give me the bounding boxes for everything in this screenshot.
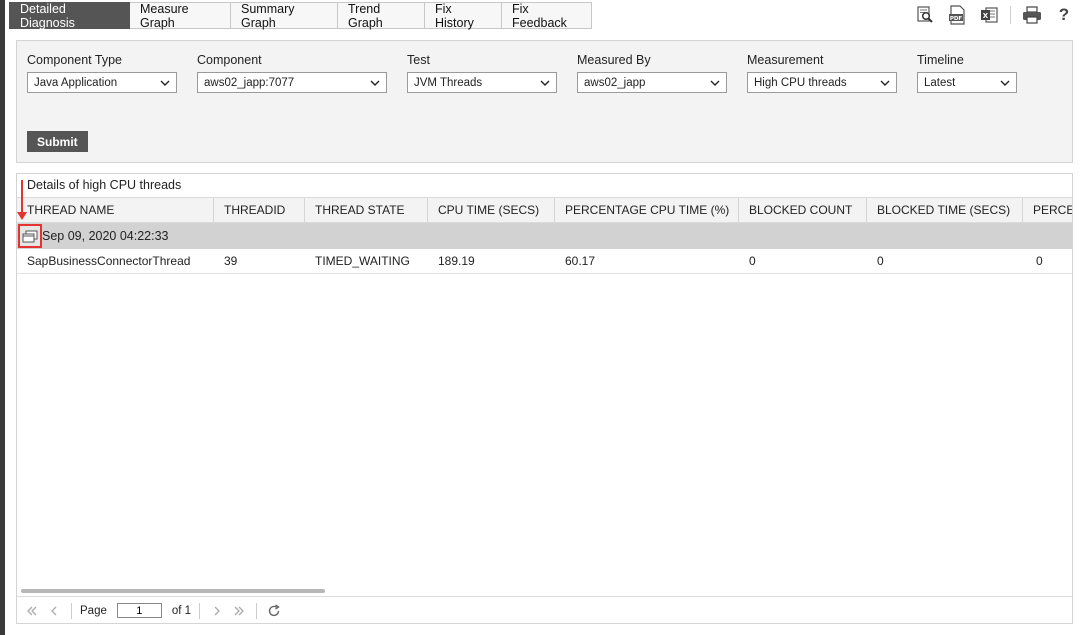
cell-blocked-count: 0 (749, 254, 756, 268)
component-type-select[interactable]: Java Application (27, 72, 177, 93)
measured-by-label: Measured By (577, 53, 651, 67)
excel-icon[interactable]: X (978, 4, 1000, 26)
column-header-blocked-count[interactable]: BLOCKED COUNT (739, 198, 867, 222)
measurement-value: High CPU threads (754, 76, 847, 89)
measured-by-select[interactable]: aws02_japp (577, 72, 727, 93)
left-edge-bar (0, 0, 5, 635)
tab-fix-feedback[interactable]: Fix Feedback (502, 2, 592, 30)
cell-threadid: 39 (224, 254, 238, 268)
measurement-select[interactable]: High CPU threads (747, 72, 897, 93)
cell-thread-name: SapBusinessConnectorThread (27, 254, 191, 268)
group-timestamp: Sep 09, 2020 04:22:33 (42, 229, 169, 243)
measurement-label: Measurement (747, 53, 824, 67)
component-filter: Component aws02_japp:7077 (197, 52, 387, 93)
table-row[interactable]: SapBusinessConnectorThread 39 TIMED_WAIT… (17, 249, 1072, 274)
chevron-down-icon (1000, 78, 1010, 88)
column-header-thread-name[interactable]: THREAD NAME (17, 198, 214, 222)
test-filter: Test JVM Threads (407, 52, 557, 93)
chevron-down-icon (710, 78, 720, 88)
timeline-value: Latest (924, 76, 956, 89)
timeline-filter: Timeline Latest (917, 52, 1017, 93)
test-select[interactable]: JVM Threads (407, 72, 557, 93)
horizontal-scrollbar[interactable] (21, 589, 325, 593)
component-select[interactable]: aws02_japp:7077 (197, 72, 387, 93)
svg-text:X: X (983, 12, 989, 20)
column-header-percentage-cpu-time[interactable]: PERCENTAGE CPU TIME (%) (555, 198, 739, 222)
chevron-down-icon (880, 78, 890, 88)
tab-fix-history[interactable]: Fix History (425, 2, 502, 30)
measured-by-value: aws02_japp (584, 76, 646, 89)
chevron-down-icon (370, 78, 380, 88)
svg-text:PDF: PDF (950, 16, 963, 22)
component-type-value: Java Application (34, 76, 118, 89)
timeline-select[interactable]: Latest (917, 72, 1017, 93)
search-report-icon[interactable] (914, 4, 936, 26)
chevron-down-icon (540, 78, 550, 88)
pager-divider (71, 602, 72, 619)
column-header-cpu-time[interactable]: CPU TIME (SECS) (428, 198, 555, 222)
column-header-percen[interactable]: PERCEN (1023, 198, 1072, 222)
column-header-threadid[interactable]: THREADID (214, 198, 305, 222)
cell-cpu-time: 189.19 (438, 254, 475, 268)
cell-percen: 0 (1036, 254, 1043, 268)
component-label: Component (197, 53, 262, 67)
tab-measure-graph[interactable]: Measure Graph (130, 2, 231, 30)
component-type-filter: Component Type Java Application (27, 52, 177, 93)
measured-by-filter: Measured By aws02_japp (577, 52, 727, 93)
report-toolbar: PDF X ? (914, 4, 1075, 26)
page-number-input[interactable] (116, 603, 162, 618)
measurement-filter: Measurement High CPU threads (747, 52, 897, 93)
timeline-label: Timeline (917, 53, 964, 67)
annotation-arrow-icon (17, 212, 27, 220)
restore-window-icon[interactable] (18, 224, 42, 248)
cell-thread-state: TIMED_WAITING (315, 254, 410, 268)
annotation-arrow-line (21, 180, 23, 214)
column-header-thread-state[interactable]: THREAD STATE (305, 198, 428, 222)
grid-caption: Details of high CPU threads (27, 178, 182, 192)
first-page-icon[interactable] (23, 602, 41, 620)
threads-grid: Details of high CPU threads THREAD NAME … (16, 173, 1073, 624)
column-header-blocked-time[interactable]: BLOCKED TIME (SECS) (867, 198, 1023, 222)
toolbar-divider (1010, 6, 1011, 24)
tab-detailed-diagnosis[interactable]: Detailed Diagnosis (9, 2, 130, 30)
chevron-down-icon (160, 78, 170, 88)
pager-divider (199, 602, 201, 619)
pdf-icon[interactable]: PDF (946, 4, 968, 26)
cell-percentage-cpu-time: 60.17 (565, 254, 596, 268)
next-page-icon[interactable] (208, 602, 226, 620)
page-label: Page (80, 604, 107, 617)
submit-button[interactable]: Submit (27, 131, 88, 152)
component-value: aws02_japp:7077 (204, 76, 295, 89)
component-type-label: Component Type (27, 53, 122, 67)
group-row: Sep 09, 2020 04:22:33 (17, 223, 1072, 249)
pager-divider (256, 602, 258, 619)
test-value: JVM Threads (414, 76, 483, 89)
tab-bar: Detailed Diagnosis Measure Graph Summary… (9, 2, 592, 30)
page-count-label: of 1 (171, 604, 192, 617)
tab-summary-graph[interactable]: Summary Graph (231, 2, 338, 30)
cell-blocked-time: 0 (877, 254, 884, 268)
tab-trend-graph[interactable]: Trend Graph (338, 2, 425, 30)
refresh-icon[interactable] (265, 602, 283, 620)
print-icon[interactable] (1021, 4, 1043, 26)
last-page-icon[interactable] (230, 602, 248, 620)
help-icon[interactable]: ? (1053, 4, 1075, 26)
grid-header: THREAD NAME THREADID THREAD STATE CPU TI… (17, 197, 1072, 223)
pager: Page of 1 (17, 596, 1072, 623)
previous-page-icon[interactable] (45, 602, 63, 620)
test-label: Test (407, 53, 430, 67)
filter-panel: Component Type Java Application Componen… (16, 40, 1073, 163)
